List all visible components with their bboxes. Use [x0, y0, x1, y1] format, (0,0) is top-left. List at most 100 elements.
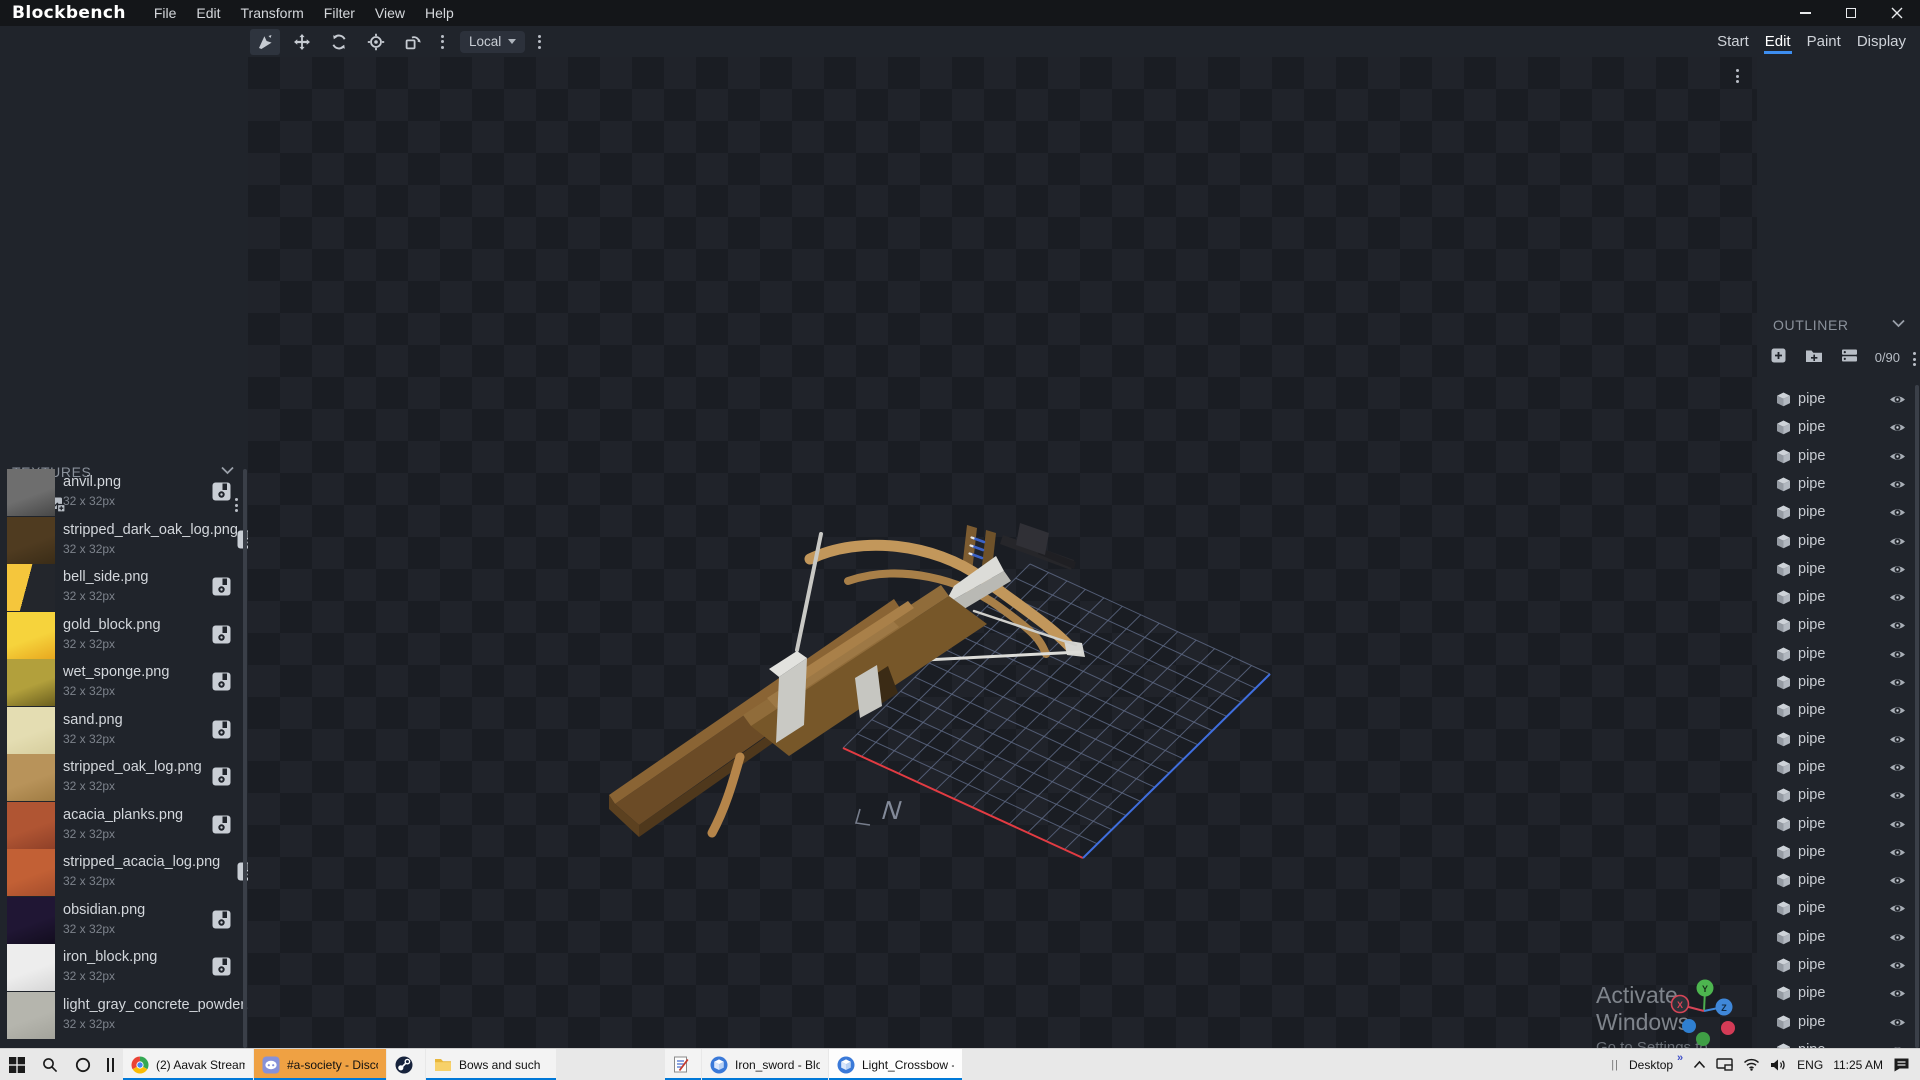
visibility-eye-icon[interactable]: [1889, 421, 1906, 434]
visibility-eye-icon[interactable]: [1889, 733, 1906, 746]
vertex-snap-tool[interactable]: [398, 29, 428, 55]
axis-x-label[interactable]: X: [1677, 1000, 1683, 1010]
visibility-eye-icon[interactable]: [1889, 506, 1906, 519]
save-texture-icon[interactable]: [211, 481, 232, 502]
outliner-item[interactable]: pipe: [1757, 866, 1920, 894]
outliner-item[interactable]: pipe: [1757, 810, 1920, 838]
texture-item[interactable]: bell_side.png32 x 32px: [0, 564, 248, 612]
toolbar-overflow-chevron[interactable]: »: [1677, 1052, 1683, 1064]
save-texture-icon[interactable]: [211, 909, 232, 930]
visibility-eye-icon[interactable]: [1889, 450, 1906, 463]
taskbar-app--2-aavak-streams-sto[interactable]: (2) Aavak Streams Sto...: [123, 1049, 253, 1080]
outliner-item[interactable]: pipe: [1757, 640, 1920, 668]
view-axis-gizmo[interactable]: Y X Z: [1672, 980, 1736, 1047]
texture-item[interactable]: gold_block.png32 x 32px: [0, 612, 248, 660]
visibility-eye-icon[interactable]: [1889, 874, 1906, 887]
visibility-eye-icon[interactable]: [1889, 818, 1906, 831]
visibility-eye-icon[interactable]: [1889, 591, 1906, 604]
viewport-menu-icon[interactable]: [1730, 65, 1745, 87]
outliner-item[interactable]: pipe: [1757, 838, 1920, 866]
cortana-button[interactable]: [66, 1049, 99, 1080]
gizmo-tool[interactable]: [250, 29, 280, 55]
visibility-eye-icon[interactable]: [1889, 478, 1906, 491]
close-button[interactable]: [1874, 0, 1920, 26]
outliner-item[interactable]: pipe: [1757, 583, 1920, 611]
outliner-item[interactable]: pipe: [1757, 951, 1920, 979]
action-center-icon[interactable]: [1893, 1057, 1910, 1072]
visibility-eye-icon[interactable]: [1889, 846, 1906, 859]
texture-item[interactable]: stripped_oak_log.png32 x 32px: [0, 754, 248, 802]
texture-item[interactable]: wet_sponge.png32 x 32px: [0, 659, 248, 707]
visibility-eye-icon[interactable]: [1889, 619, 1906, 632]
visibility-eye-icon[interactable]: [1889, 704, 1906, 717]
outliner-item[interactable]: pipe: [1757, 781, 1920, 809]
move-tool[interactable]: [287, 29, 317, 55]
outliner-item[interactable]: pipe: [1757, 442, 1920, 470]
visibility-eye-icon[interactable]: [1889, 563, 1906, 576]
axis-y-label[interactable]: Y: [1702, 984, 1708, 994]
axis-z-label[interactable]: Z: [1721, 1003, 1727, 1013]
outliner-scrollbar[interactable]: [1915, 385, 1919, 1048]
visibility-eye-icon[interactable]: [1889, 931, 1906, 944]
outliner-item[interactable]: pipe: [1757, 413, 1920, 441]
save-texture-icon[interactable]: [211, 766, 232, 787]
taskbar-app-steam[interactable]: [387, 1049, 425, 1080]
pivot-tool[interactable]: [361, 29, 391, 55]
menu-transform[interactable]: Transform: [231, 2, 314, 24]
taskbar-app--a-society-discord[interactable]: #a-society - Discord: [254, 1049, 386, 1080]
outliner-item[interactable]: pipe: [1757, 923, 1920, 951]
outliner-item[interactable]: pipe: [1757, 555, 1920, 583]
toolbar-menu-icon[interactable]: [532, 31, 547, 53]
texture-item[interactable]: sand.png32 x 32px: [0, 707, 248, 755]
outliner-item[interactable]: pipe: [1757, 979, 1920, 1007]
rotate-tool[interactable]: [324, 29, 354, 55]
outliner-item[interactable]: pipe: [1757, 1036, 1920, 1048]
outliner-item[interactable]: pipe: [1757, 753, 1920, 781]
task-view-button[interactable]: [99, 1049, 123, 1080]
save-texture-icon[interactable]: [211, 576, 232, 597]
texture-item[interactable]: acacia_planks.png32 x 32px: [0, 802, 248, 850]
taskbar-app-editor[interactable]: [665, 1049, 701, 1080]
visibility-eye-icon[interactable]: [1889, 761, 1906, 774]
cast-icon[interactable]: [1716, 1058, 1733, 1071]
axis-neg-x-ball[interactable]: [1721, 1021, 1735, 1035]
texture-item[interactable]: light_gray_concrete_powder.png32 x 32px: [0, 992, 248, 1040]
visibility-eye-icon[interactable]: [1889, 987, 1906, 1000]
save-texture-icon[interactable]: [211, 624, 232, 645]
menu-edit[interactable]: Edit: [186, 2, 230, 24]
outliner-item[interactable]: pipe: [1757, 668, 1920, 696]
visibility-eye-icon[interactable]: [1889, 902, 1906, 915]
visibility-eye-icon[interactable]: [1889, 393, 1906, 406]
textures-scrollbar[interactable]: [243, 469, 247, 1048]
texture-item[interactable]: stripped_dark_oak_log.png32 x 32px: [0, 517, 248, 565]
visibility-eye-icon[interactable]: [1889, 789, 1906, 802]
clock[interactable]: 11:25 AM: [1833, 1058, 1883, 1072]
axis-neg-y-ball[interactable]: [1696, 1032, 1710, 1046]
menu-filter[interactable]: Filter: [314, 2, 365, 24]
outliner-item[interactable]: pipe: [1757, 1008, 1920, 1036]
texture-item[interactable]: obsidian.png32 x 32px: [0, 897, 248, 945]
minimize-button[interactable]: [1782, 0, 1828, 26]
mode-tab-display[interactable]: Display: [1849, 29, 1914, 54]
outliner-item[interactable]: pipe: [1757, 498, 1920, 526]
maximize-button[interactable]: [1828, 0, 1874, 26]
menu-help[interactable]: Help: [415, 2, 464, 24]
menu-view[interactable]: View: [365, 2, 415, 24]
show-hidden-icons-icon[interactable]: [1693, 1060, 1706, 1069]
save-texture-icon[interactable]: [211, 671, 232, 692]
save-texture-icon[interactable]: [211, 956, 232, 977]
axis-neg-z-ball[interactable]: [1682, 1019, 1696, 1033]
taskbar-app-light-crossbow-blo-[interactable]: Light_Crossbow - Blo...: [829, 1049, 962, 1080]
mode-tab-paint[interactable]: Paint: [1799, 29, 1849, 54]
visibility-eye-icon[interactable]: [1889, 1016, 1906, 1029]
visibility-eye-icon[interactable]: [1889, 535, 1906, 548]
toolbar-overflow-icon[interactable]: [435, 31, 450, 53]
language-indicator[interactable]: ENG: [1797, 1058, 1823, 1072]
outliner-item[interactable]: pipe: [1757, 725, 1920, 753]
viewport-3d[interactable]: Activate Windows Go to Settings to activ…: [248, 57, 1757, 1048]
taskbar-app-bows-and-such[interactable]: Bows and such: [426, 1049, 556, 1080]
mode-tab-start[interactable]: Start: [1709, 29, 1757, 54]
volume-icon[interactable]: [1770, 1058, 1787, 1072]
desktop-toolbar-label[interactable]: Desktop: [1629, 1058, 1673, 1072]
transform-space-dropdown[interactable]: Local: [460, 31, 525, 53]
